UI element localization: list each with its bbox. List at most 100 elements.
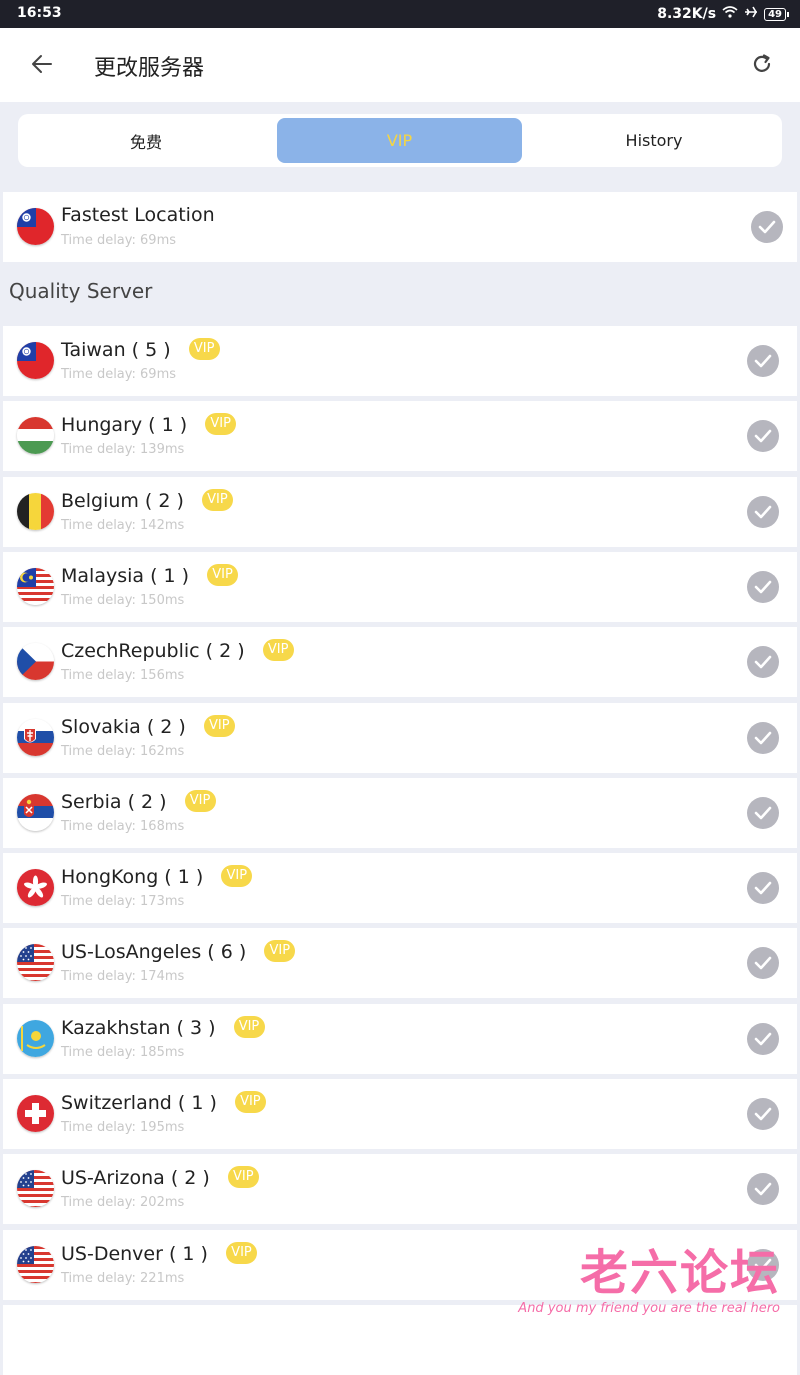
status-right: 8.32K/s 49 — [657, 5, 789, 23]
server-name: US-Denver ( 1 ) — [61, 1242, 208, 1265]
back-button[interactable] — [22, 44, 62, 84]
check-icon[interactable] — [747, 872, 779, 905]
flag-czech-icon — [17, 643, 54, 681]
server-name-wrap: US-Denver ( 1 ) VIP — [61, 1241, 257, 1265]
page-title: 更改服务器 — [94, 56, 205, 81]
watermark-subtitle: And you my friend you are the real hero — [518, 1301, 780, 1316]
arrow-left-icon — [32, 55, 52, 73]
check-icon[interactable] — [747, 646, 779, 679]
server-name-wrap: CzechRepublic ( 2 ) VIP — [61, 639, 294, 662]
server-delay: Time delay: 174ms — [61, 969, 185, 985]
server-delay: Time delay: 168ms — [61, 818, 185, 834]
check-icon[interactable] — [747, 1022, 779, 1055]
vip-badge: VIP — [207, 563, 239, 586]
server-delay: Time delay: 69ms — [61, 233, 177, 248]
check-icon[interactable] — [747, 345, 779, 377]
check-icon[interactable] — [747, 796, 779, 829]
status-bar: 16:53 8.32K/s 49 — [0, 0, 800, 28]
vip-badge: VIP — [205, 413, 237, 436]
check-icon[interactable] — [747, 1173, 779, 1206]
server-name: Serbia ( 2 ) — [61, 790, 167, 813]
server-row[interactable]: Switzerland ( 1 ) VIP Time delay: 195ms — [3, 1079, 797, 1149]
flag-hungary-icon — [17, 417, 54, 455]
server-delay: Time delay: 162ms — [61, 743, 185, 759]
flag-serbia-icon — [17, 793, 54, 831]
check-icon[interactable] — [747, 1098, 779, 1130]
server-row[interactable]: Slovakia ( 2 ) VIP Time delay: 162ms — [3, 702, 797, 773]
server-row[interactable]: US-Arizona ( 2 ) VIP Time delay: 202ms — [3, 1154, 797, 1225]
vip-badge: VIP — [188, 338, 220, 360]
status-time: 16:53 — [17, 5, 62, 21]
vip-badge: VIP — [233, 1015, 265, 1038]
flag-us-icon — [17, 1245, 54, 1283]
server-name-wrap: Hungary ( 1 ) VIP — [61, 413, 237, 437]
server-row[interactable]: CzechRepublic ( 2 ) VIP Time delay: 156ms — [3, 627, 797, 698]
vip-badge: VIP — [184, 789, 216, 812]
server-name-wrap: Belgium ( 2 ) VIP — [61, 488, 233, 512]
flag-slovakia-icon — [17, 718, 54, 756]
server-name-wrap: US-LosAngeles ( 6 ) VIP — [61, 940, 296, 964]
refresh-button[interactable] — [742, 44, 782, 84]
check-icon[interactable] — [747, 721, 779, 754]
server-delay: Time delay: 69ms — [61, 367, 177, 382]
server-name-wrap: HongKong ( 1 ) VIP — [61, 865, 253, 889]
watermark-title: 老六论坛 — [579, 1245, 780, 1301]
server-name: HongKong ( 1 ) — [61, 866, 204, 889]
server-delay: Time delay: 142ms — [61, 517, 185, 533]
tab-free[interactable]: 免费 — [26, 118, 266, 163]
check-icon[interactable] — [747, 947, 779, 980]
server-row[interactable]: Kazakhstan ( 3 ) VIP Time delay: 185ms — [3, 1003, 797, 1074]
flag-taiwan-icon — [17, 342, 54, 379]
flag-hongkong-icon — [17, 869, 54, 907]
server-delay: Time delay: 173ms — [61, 894, 185, 910]
check-icon[interactable] — [751, 211, 783, 243]
server-tabs: 免费 VIP History — [18, 114, 782, 167]
server-delay: Time delay: 195ms — [61, 1120, 185, 1135]
fastest-location-row[interactable]: Fastest Location Time delay: 69ms — [3, 192, 797, 262]
network-speed: 8.32K/s — [657, 6, 717, 22]
flag-malaysia-icon — [17, 567, 54, 605]
server-row[interactable]: US-LosAngeles ( 6 ) VIP Time delay: 174ms — [3, 928, 797, 999]
app-header: 更改服务器 — [0, 28, 800, 102]
check-icon[interactable] — [747, 570, 779, 603]
server-name: Taiwan ( 5 ) — [61, 339, 171, 361]
vip-badge: VIP — [221, 865, 253, 888]
server-name: Slovakia ( 2 ) — [61, 715, 186, 738]
vip-badge: VIP — [264, 940, 296, 963]
server-row[interactable]: Taiwan ( 5 ) VIP Time delay: 69ms — [3, 326, 797, 396]
server-delay: Time delay: 139ms — [61, 442, 185, 458]
check-icon[interactable] — [747, 420, 779, 453]
server-row[interactable]: Serbia ( 2 ) VIP Time delay: 168ms — [3, 777, 797, 848]
server-name-wrap: Kazakhstan ( 3 ) VIP — [61, 1015, 265, 1039]
vip-badge: VIP — [227, 1166, 259, 1189]
tab-history[interactable]: History — [534, 118, 774, 163]
battery-icon: 49 — [764, 7, 789, 21]
server-delay: Time delay: 156ms — [61, 668, 185, 684]
server-name: Kazakhstan ( 3 ) — [61, 1016, 216, 1039]
server-name-wrap: Slovakia ( 2 ) VIP — [61, 714, 235, 738]
airplane-icon — [744, 5, 758, 23]
server-row[interactable]: Malaysia ( 1 ) VIP Time delay: 150ms — [3, 551, 797, 622]
tab-vip[interactable]: VIP — [277, 118, 522, 163]
server-row[interactable]: Belgium ( 2 ) VIP Time delay: 142ms — [3, 476, 797, 547]
server-row[interactable]: Hungary ( 1 ) VIP Time delay: 139ms — [3, 401, 797, 472]
server-name-wrap: US-Arizona ( 2 ) VIP — [61, 1166, 259, 1189]
server-name: Switzerland ( 1 ) — [61, 1092, 217, 1114]
vip-badge: VIP — [201, 488, 233, 511]
vip-badge: VIP — [234, 1091, 266, 1113]
server-name: Hungary ( 1 ) — [61, 414, 188, 437]
flag-switzerland-icon — [17, 1095, 54, 1132]
server-delay: Time delay: 221ms — [61, 1270, 185, 1286]
refresh-icon — [753, 54, 771, 72]
server-name: US-LosAngeles ( 6 ) — [61, 941, 247, 964]
vip-badge: VIP — [225, 1241, 257, 1264]
server-name: Belgium ( 2 ) — [61, 489, 184, 512]
flag-us-icon — [17, 1170, 54, 1208]
check-icon[interactable] — [747, 495, 779, 528]
server-name: US-Arizona ( 2 ) — [61, 1167, 210, 1190]
server-row[interactable]: HongKong ( 1 ) VIP Time delay: 173ms — [3, 853, 797, 924]
server-name: Fastest Location — [61, 204, 215, 226]
watermark: 老六论坛 And you my friend you are the real … — [518, 1243, 780, 1316]
vip-badge: VIP — [203, 714, 235, 737]
server-name: CzechRepublic ( 2 ) — [61, 640, 245, 663]
